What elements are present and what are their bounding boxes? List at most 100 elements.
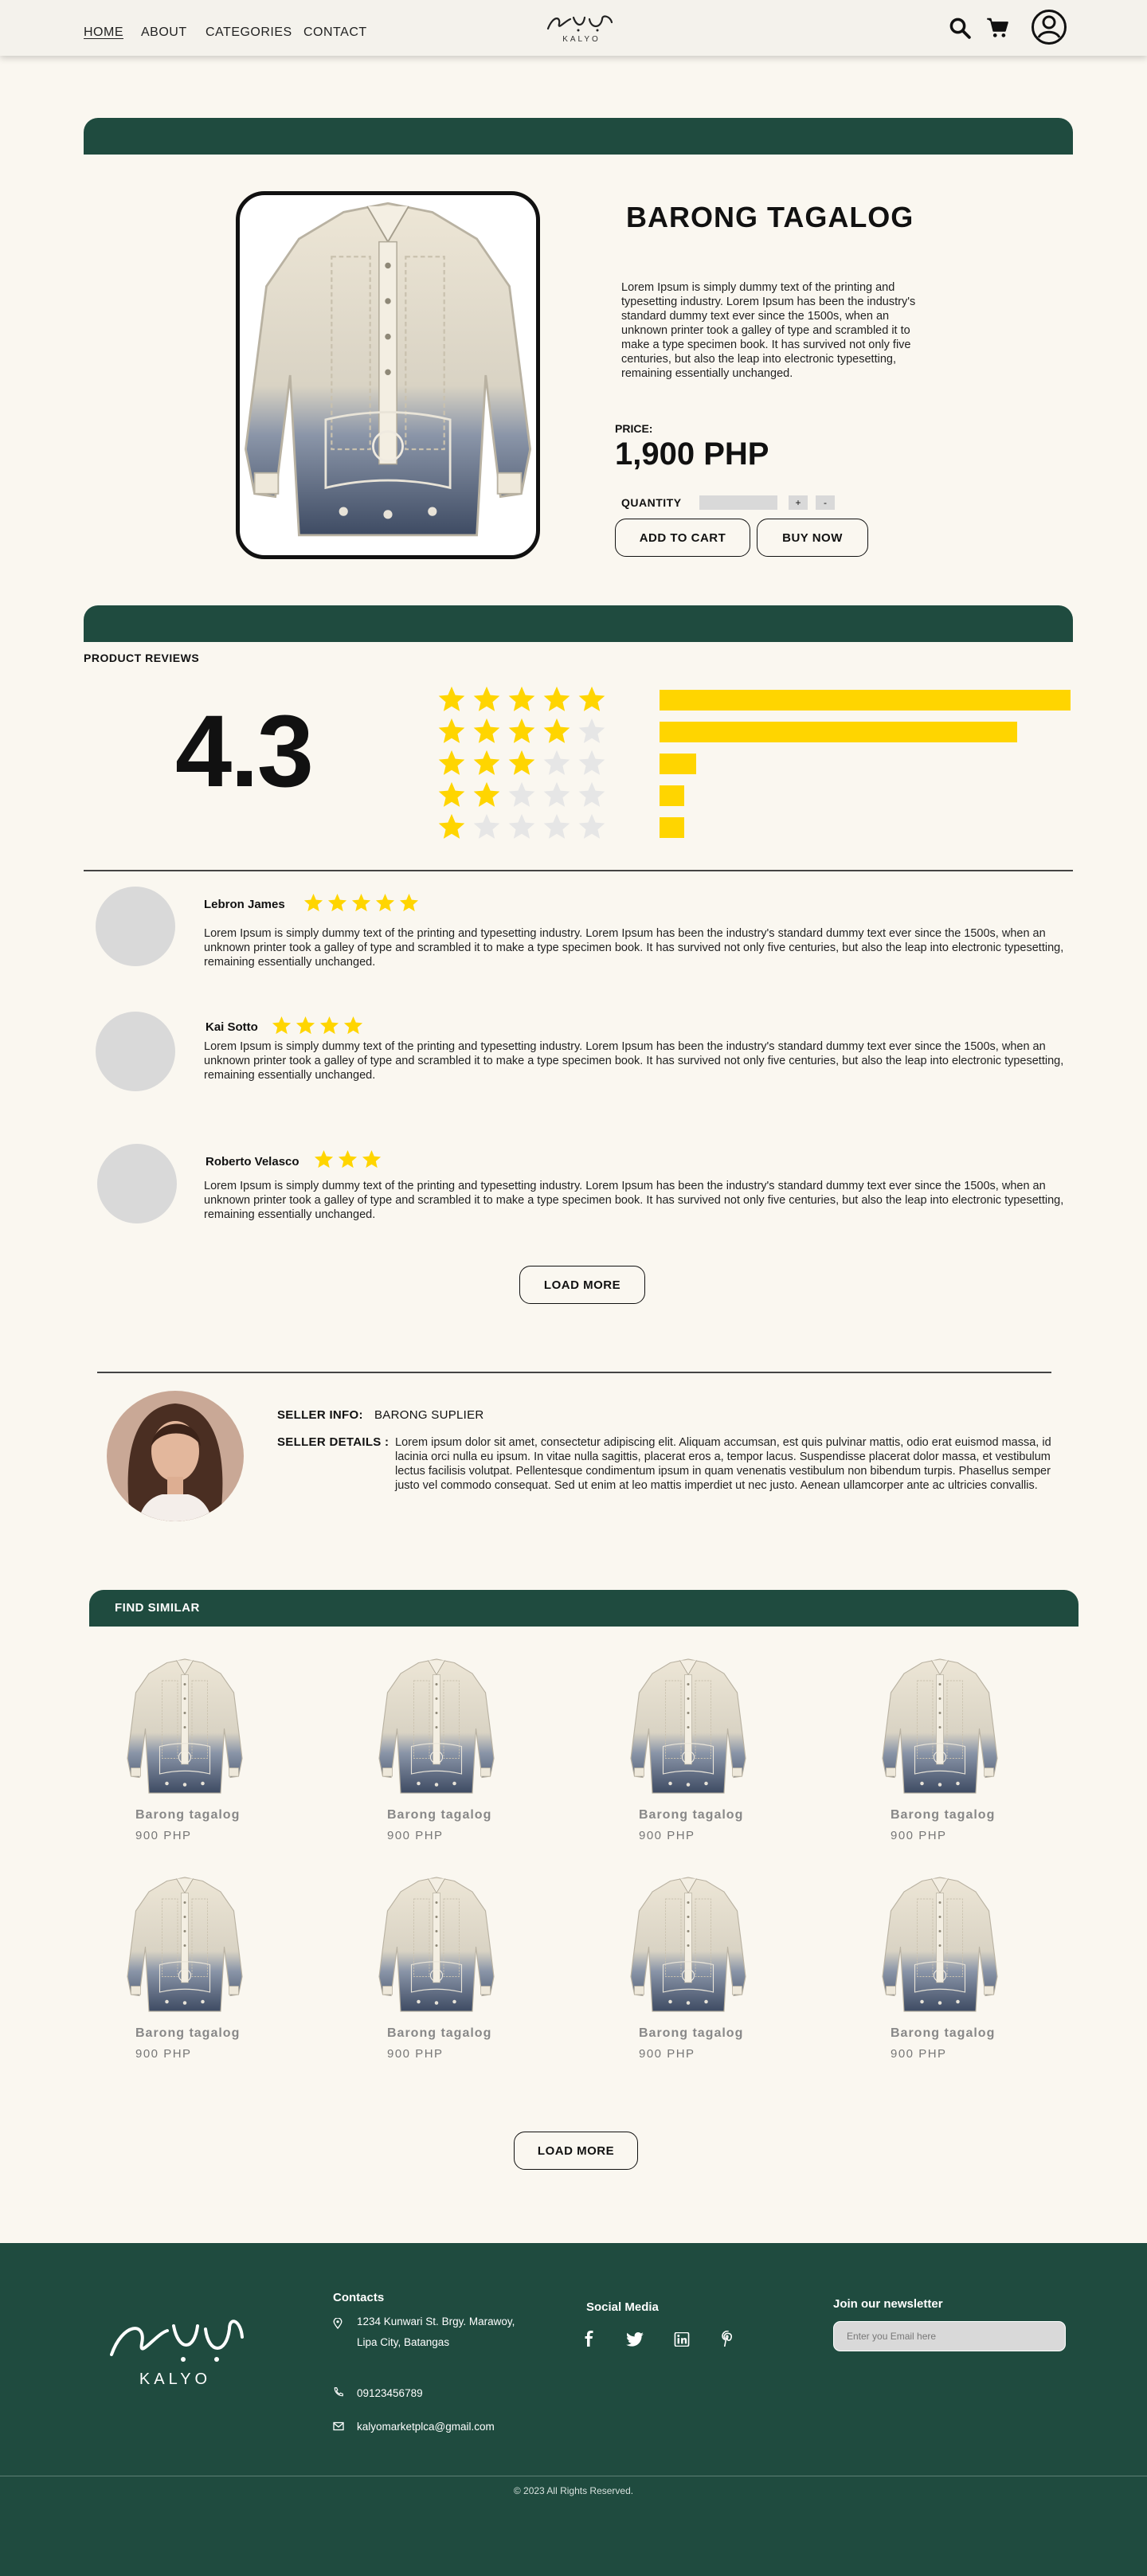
star-filled-icon [542, 716, 572, 746]
load-more-products-button[interactable]: LOAD MORE [514, 2132, 638, 2170]
logo-script-icon [546, 15, 613, 32]
rating-bar-5 [660, 690, 1071, 711]
buy-now-button[interactable]: BUY NOW [757, 519, 868, 557]
review-stars [303, 892, 420, 914]
product-card-price: 900 PHP [135, 2047, 192, 2061]
product-card-name[interactable]: Barong tagalog [639, 1808, 743, 1822]
product-card-name[interactable]: Barong tagalog [387, 1808, 491, 1822]
quantity-minus-button[interactable]: - [816, 495, 835, 510]
star-row-4 [436, 716, 607, 746]
reviews-banner [84, 605, 1073, 642]
star-row-2 [436, 780, 607, 810]
product-card-name[interactable]: Barong tagalog [891, 1808, 995, 1822]
nav-categories[interactable]: CATEGORIES [206, 25, 292, 40]
star-filled-icon [436, 684, 467, 714]
star-filled-icon [343, 1015, 364, 1036]
star-filled-icon [507, 748, 537, 778]
star-filled-icon [327, 892, 348, 914]
quantity-plus-button[interactable]: + [789, 495, 808, 510]
star-filled-icon [472, 684, 502, 714]
nav-home[interactable]: HOME [84, 25, 123, 40]
review-text: Lorem Ipsum is simply dummy text of the … [204, 1180, 1064, 1221]
star-empty-icon [507, 780, 537, 810]
product-card-name[interactable]: Barong tagalog [135, 1808, 240, 1822]
product-card-image[interactable] [624, 1657, 752, 1800]
pinterest-icon[interactable] [722, 2331, 734, 2347]
star-filled-icon [542, 684, 572, 714]
seller-details-label: SELLER DETAILS : [277, 1435, 390, 1449]
star-row-1 [436, 812, 607, 842]
load-more-reviews-button[interactable]: LOAD MORE [519, 1266, 645, 1304]
product-card-image[interactable] [121, 1875, 249, 2018]
product-image [236, 191, 540, 559]
product-card[interactable]: Barong tagalog 900 PHP [89, 1875, 249, 2061]
seller-photo [107, 1391, 244, 1521]
twitter-icon[interactable] [626, 2332, 644, 2347]
product-description: Lorem Ipsum is simply dummy text of the … [621, 281, 916, 380]
product-card-name[interactable]: Barong tagalog [639, 2026, 743, 2041]
seller-divider [97, 1372, 1051, 1373]
price-label: PRICE: [615, 422, 653, 435]
site-logo[interactable]: KALYO [542, 11, 621, 46]
footer-logo-wordmark: KALYO [139, 2370, 212, 2388]
add-to-cart-button[interactable]: ADD TO CART [615, 519, 750, 557]
product-card[interactable]: Barong tagalog 900 PHP [341, 1875, 500, 2061]
product-card-name[interactable]: Barong tagalog [387, 2026, 491, 2041]
facebook-icon[interactable] [583, 2331, 596, 2347]
quantity-label: QUANTITY [621, 496, 682, 509]
star-filled-icon [472, 748, 502, 778]
product-card-name[interactable]: Barong tagalog [891, 2026, 995, 2041]
nav-contact[interactable]: CONTACT [303, 25, 367, 40]
star-empty-icon [577, 748, 607, 778]
star-empty-icon [472, 812, 502, 842]
product-card[interactable]: Barong tagalog 900 PHP [844, 1875, 1004, 2061]
product-card[interactable]: Barong tagalog 900 PHP [844, 1657, 1004, 1842]
nav-about[interactable]: ABOUT [141, 25, 187, 40]
phone-icon [334, 2387, 343, 2397]
rating-bar-3 [660, 754, 696, 774]
star-filled-icon [577, 684, 607, 714]
product-card-image[interactable] [876, 1657, 1004, 1800]
star-filled-icon [361, 1149, 382, 1170]
star-filled-icon [507, 684, 537, 714]
product-card[interactable]: Barong tagalog 900 PHP [593, 1875, 752, 2061]
seller-details: Lorem ipsum dolor sit amet, consectetur … [395, 1436, 1051, 1492]
footer-logo-icon[interactable] [105, 2310, 245, 2366]
linkedin-icon[interactable] [674, 2332, 690, 2347]
newsletter-email-input[interactable] [833, 2321, 1066, 2351]
product-card-price: 900 PHP [135, 1829, 192, 1842]
star-filled-icon [436, 748, 467, 778]
find-similar-header: FIND SIMILAR [89, 1590, 1078, 1627]
product-card-image[interactable] [876, 1875, 1004, 2018]
star-filled-icon [337, 1149, 358, 1170]
phone-number[interactable]: 09123456789 [357, 2383, 423, 2404]
product-title: BARONG TAGALOG [626, 201, 914, 233]
star-empty-icon [542, 780, 572, 810]
quantity-field[interactable] [699, 495, 777, 510]
location-icon [333, 2318, 343, 2329]
user-icon[interactable] [1031, 9, 1067, 45]
product-card-image[interactable] [373, 1657, 500, 1800]
logo-wordmark: KALYO [562, 35, 601, 44]
star-filled-icon [313, 1149, 335, 1170]
reviews-divider [84, 870, 1073, 871]
product-banner [84, 118, 1073, 155]
star-empty-icon [577, 812, 607, 842]
product-card[interactable]: Barong tagalog 900 PHP [593, 1657, 752, 1842]
review-stars [271, 1015, 364, 1036]
product-card[interactable]: Barong tagalog 900 PHP [341, 1657, 500, 1842]
product-card[interactable]: Barong tagalog 900 PHP [89, 1657, 249, 1842]
cart-icon[interactable] [986, 16, 1010, 40]
seller-info-value: BARONG SUPLIER [374, 1408, 484, 1422]
reviewer-name: Roberto Velasco [206, 1155, 299, 1169]
product-price: 1,900 PHP [615, 437, 769, 472]
product-card-price: 900 PHP [639, 2047, 695, 2061]
search-icon[interactable] [948, 16, 972, 40]
product-card-image[interactable] [373, 1875, 500, 2018]
product-card-name[interactable]: Barong tagalog [135, 2026, 240, 2041]
product-card-image[interactable] [121, 1657, 249, 1800]
email-address[interactable]: kalyomarketplca@gmail.com [357, 2417, 495, 2437]
product-card-image[interactable] [624, 1875, 752, 2018]
star-filled-icon [319, 1015, 340, 1036]
email-icon [333, 2421, 344, 2431]
